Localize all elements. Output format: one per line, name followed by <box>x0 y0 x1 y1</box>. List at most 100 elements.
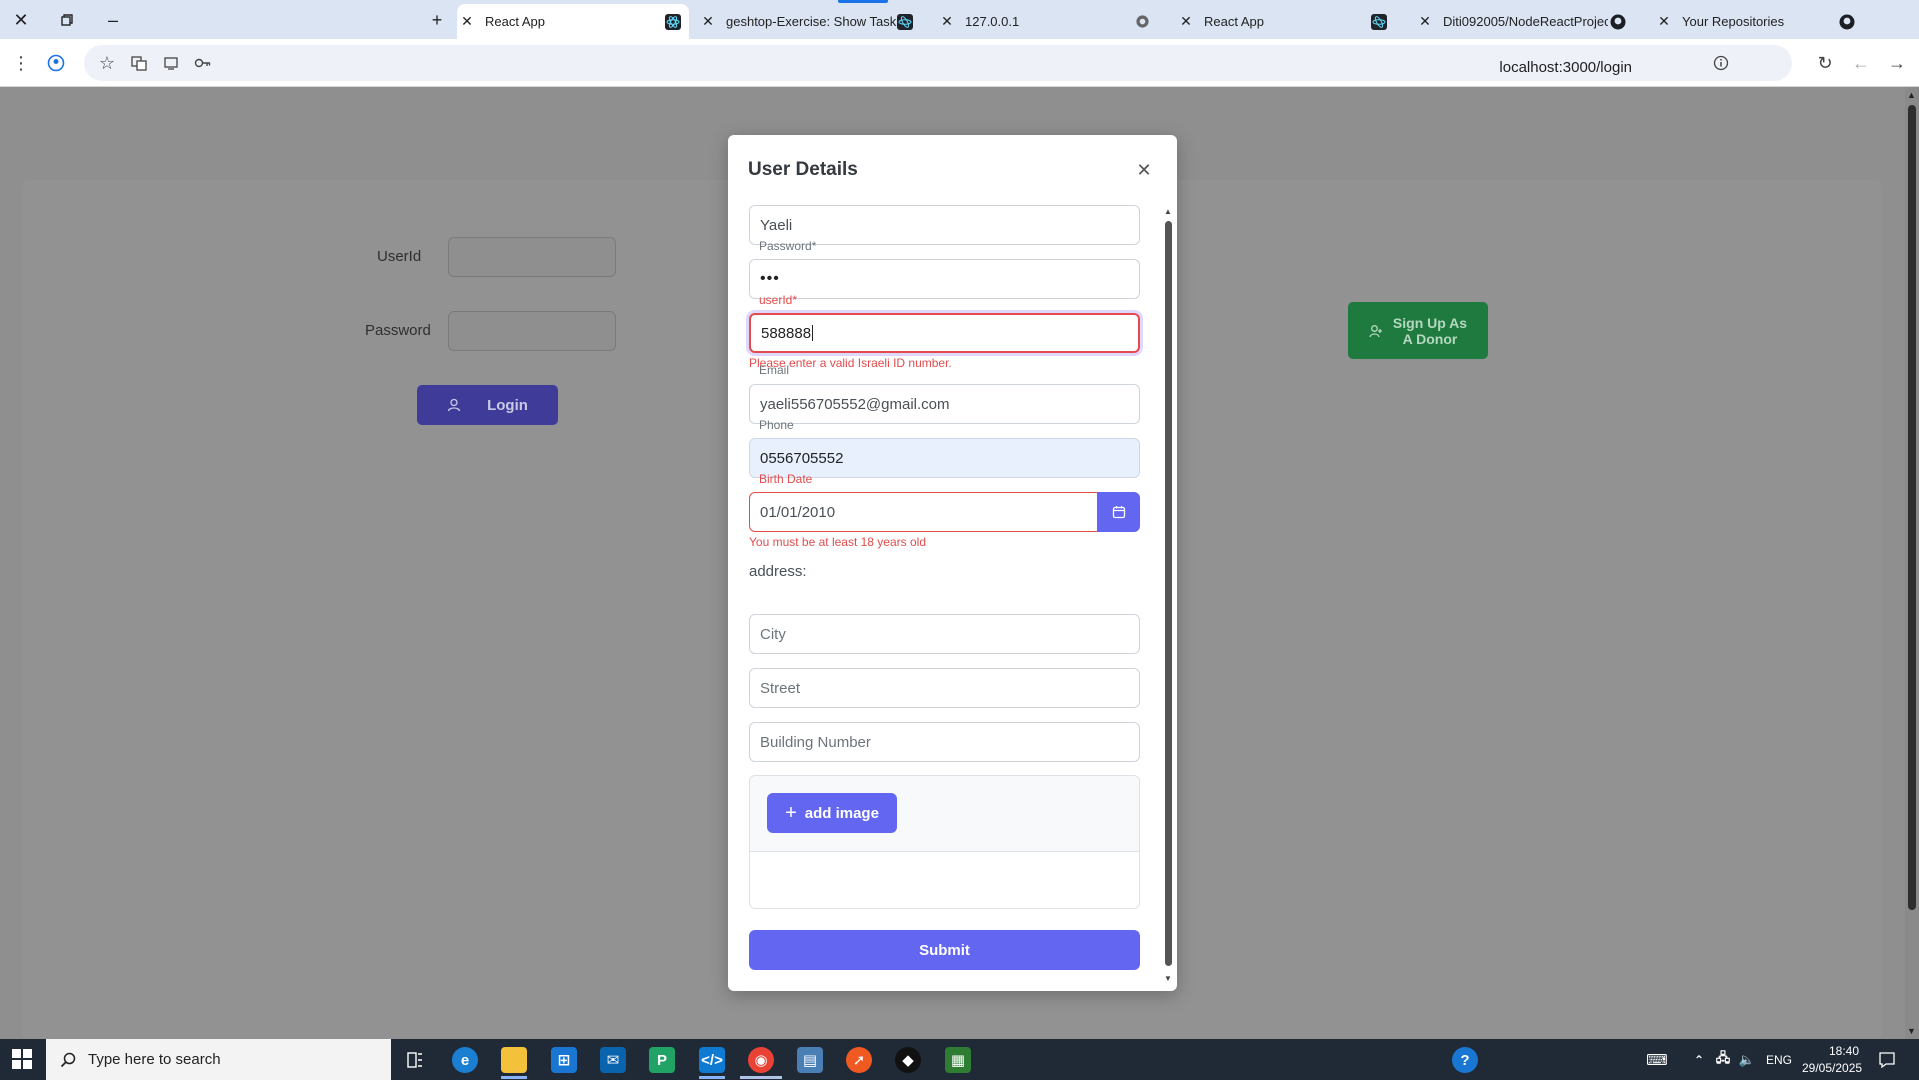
active-app-indicator <box>501 1076 527 1079</box>
react-icon <box>1371 13 1387 30</box>
menu-dots-icon[interactable]: ⋮ <box>10 52 32 74</box>
email-field[interactable]: yaeli556705552@gmail.com <box>749 384 1140 424</box>
taskbar-search[interactable]: Type here to search <box>46 1039 391 1080</box>
language-indicator[interactable]: ENG <box>1766 1053 1792 1067</box>
birth-date-field[interactable]: 01/01/2010 <box>749 492 1098 532</box>
mail-icon[interactable]: ✉ <box>600 1047 626 1073</box>
tab-title: React App <box>1204 14 1264 29</box>
bookmark-star-icon[interactable]: ☆ <box>96 52 118 74</box>
password-field-label: Password* <box>759 239 817 253</box>
tab-github-repo[interactable]: ✕ Diti092005/NodeReactProjectIn <box>1415 4 1640 39</box>
tab-react-app-active[interactable]: ✕ React App <box>457 4 689 39</box>
react-icon <box>897 13 913 30</box>
github-icon <box>1610 14 1626 30</box>
login-button[interactable]: Login <box>417 385 558 425</box>
site-info-icon[interactable] <box>1710 52 1732 74</box>
close-tab-icon[interactable]: ✕ <box>1415 13 1435 30</box>
dialog-scrollbar-thumb[interactable] <box>1165 221 1172 966</box>
add-image-button[interactable]: + add image <box>767 793 897 833</box>
minimize-window-icon[interactable]: – <box>100 8 126 32</box>
close-dialog-icon[interactable]: ✕ <box>1133 159 1155 181</box>
city-placeholder: City <box>760 625 786 643</box>
translate-icon[interactable] <box>128 52 150 74</box>
spreadsheet-icon[interactable]: ▦ <box>945 1047 971 1073</box>
scroll-down-arrow-icon[interactable]: ▼ <box>1907 1026 1916 1036</box>
compass-icon[interactable]: ◆ <box>895 1047 921 1073</box>
browser-tab-bar: ✕ – + ✕ React App ✕ geshtop-Exercise: Sh… <box>0 0 1919 39</box>
text-cursor <box>812 325 814 341</box>
vscode-icon[interactable]: </> <box>699 1047 725 1073</box>
url-text[interactable]: localhost:3000/login <box>1499 59 1632 76</box>
close-tab-icon[interactable]: ✕ <box>1654 13 1674 30</box>
pycharm-icon[interactable]: P <box>649 1047 675 1073</box>
notifications-icon[interactable] <box>1874 1047 1900 1073</box>
task-view-icon[interactable] <box>402 1047 428 1073</box>
sign-up-donor-button[interactable]: Sign Up As A Donor <box>1348 302 1488 359</box>
sign-up-label-line1: Sign Up As <box>1392 314 1468 331</box>
close-tab-icon[interactable]: ✕ <box>1176 13 1196 30</box>
chevron-up-icon[interactable]: ⌃ <box>1686 1047 1712 1073</box>
clock-date[interactable]: 29/05/2025 <box>1802 1061 1862 1075</box>
userid-field-label: userId* <box>759 293 798 307</box>
image-upload: + add image <box>749 775 1140 909</box>
scroll-down-arrow-icon[interactable]: ▼ <box>1164 974 1172 983</box>
user-icon <box>447 398 461 412</box>
restore-window-icon[interactable] <box>54 8 80 32</box>
calendar-button[interactable] <box>1097 492 1140 532</box>
help-icon[interactable]: ? <box>1452 1047 1478 1073</box>
address-bar[interactable]: ☆ localhost:3000/login <box>84 45 1792 81</box>
active-app-indicator <box>699 1076 725 1079</box>
tab-geshtop[interactable]: ✕ geshtop-Exercise: Show Task <box>698 4 923 39</box>
close-window-icon[interactable]: ✕ <box>8 8 34 32</box>
reload-icon[interactable]: ↻ <box>1814 52 1836 74</box>
clock-time[interactable]: 18:40 <box>1814 1044 1874 1058</box>
close-tab-icon[interactable]: ✕ <box>698 13 718 30</box>
password-key-icon[interactable] <box>192 52 214 74</box>
file-explorer-icon[interactable] <box>501 1047 527 1073</box>
forward-arrow-icon[interactable]: → <box>1886 52 1908 74</box>
close-tab-icon[interactable]: ✕ <box>937 13 957 30</box>
phone-field-label: Phone <box>759 418 794 432</box>
calendar-icon <box>1112 506 1125 519</box>
tab-title: 127.0.0.1 <box>965 14 1020 29</box>
cast-icon[interactable] <box>160 52 182 74</box>
password-input[interactable] <box>448 311 616 351</box>
scrollbar-thumb[interactable] <box>1908 105 1916 910</box>
tab-your-repositories[interactable]: ✕ Your Repositories <box>1654 4 1879 39</box>
windows-start-icon[interactable] <box>12 1049 32 1069</box>
street-field[interactable]: Street <box>749 668 1140 708</box>
volume-icon[interactable]: 🔈 <box>1734 1047 1760 1073</box>
userid-input[interactable] <box>448 237 616 277</box>
userid-label: UserId <box>377 248 422 265</box>
globe-icon <box>1134 14 1150 30</box>
userid-field[interactable]: 588888 <box>749 313 1140 353</box>
windows-taskbar: Type here to search e ⊞ ✉ P </> ◉ ▤ ➚ ◆ … <box>0 1039 1919 1080</box>
password-field[interactable]: ••• <box>749 259 1140 299</box>
scroll-up-arrow-icon[interactable]: ▲ <box>1907 90 1916 100</box>
tab-react-app-2[interactable]: ✕ React App <box>1176 4 1401 39</box>
submit-label: Submit <box>919 941 970 959</box>
scroll-up-arrow-icon[interactable]: ▲ <box>1164 207 1172 216</box>
dialog-scrollbar[interactable]: ▲ ▼ <box>1162 207 1174 983</box>
back-arrow-icon[interactable]: ← <box>1850 52 1872 74</box>
edge-icon[interactable]: e <box>452 1047 478 1073</box>
react-icon <box>665 13 681 30</box>
building-number-placeholder: Building Number <box>760 733 871 751</box>
login-button-label: Login <box>487 396 528 414</box>
building-number-field[interactable]: Building Number <box>749 722 1140 762</box>
notepad-icon[interactable]: ▤ <box>797 1047 823 1073</box>
new-tab-icon[interactable]: + <box>424 8 450 32</box>
network-icon[interactable]: 🖧 <box>1710 1047 1736 1073</box>
city-field[interactable]: City <box>749 614 1140 654</box>
postman-icon[interactable]: ➚ <box>846 1047 872 1073</box>
email-field-label: Email <box>759 363 790 377</box>
tab-title: geshtop-Exercise: Show Task <box>726 14 897 29</box>
page-scrollbar[interactable]: ▲ ▼ <box>1905 87 1919 1039</box>
chrome-icon[interactable]: ◉ <box>748 1047 774 1073</box>
profile-icon[interactable] <box>45 52 67 74</box>
store-icon[interactable]: ⊞ <box>551 1047 577 1073</box>
close-tab-icon[interactable]: ✕ <box>457 13 477 30</box>
submit-button[interactable]: Submit <box>749 930 1140 970</box>
keyboard-icon[interactable]: ⌨ <box>1644 1047 1670 1073</box>
tab-localhost-ip[interactable]: ✕ 127.0.0.1 <box>937 4 1162 39</box>
